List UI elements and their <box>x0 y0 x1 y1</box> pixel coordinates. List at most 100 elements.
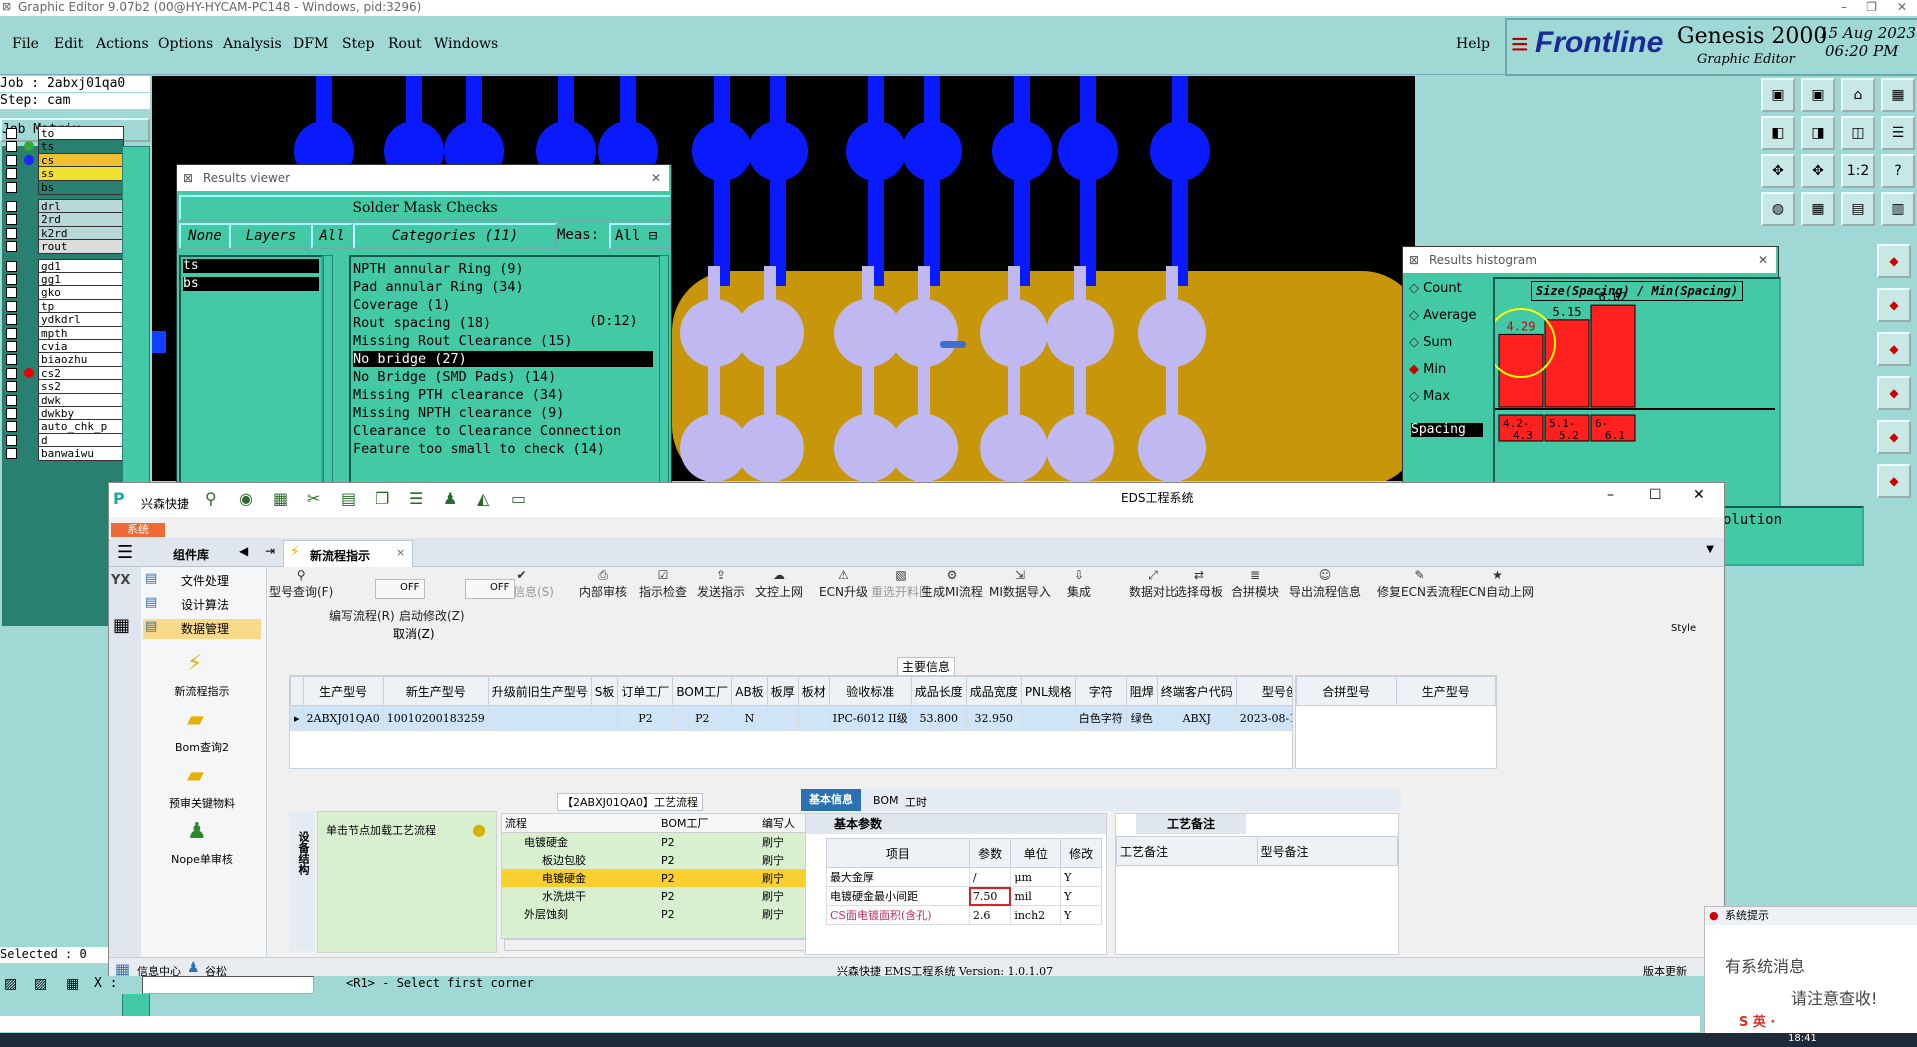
column-header[interactable]: PNL规格 <box>1020 676 1076 706</box>
layer-row-cs[interactable]: cs <box>2 152 124 168</box>
toolbar-button[interactable]: ⇲ MI数据导入 <box>989 569 1051 600</box>
tool-icon[interactable]: ▨ <box>4 976 17 992</box>
tool-button-icon[interactable]: ✥ <box>1801 154 1835 188</box>
layers-button[interactable]: Layers <box>229 223 313 249</box>
tool-button-icon[interactable]: ◍ <box>1761 192 1795 226</box>
layer-row-ts[interactable]: ts <box>2 139 124 155</box>
table-cell[interactable]: 53.800 <box>910 705 967 731</box>
layer-row-dwk[interactable]: dwk <box>2 392 124 408</box>
toolbar-button[interactable]: ⤢ 数据对比 <box>1129 569 1177 600</box>
table-cell[interactable] <box>766 705 799 731</box>
list-item[interactable]: ts <box>183 259 319 273</box>
column-header[interactable]: 单位 <box>1010 838 1062 868</box>
toolbar-button[interactable]: ★ ECN自动上网 <box>1461 569 1534 600</box>
tool-button-icon[interactable]: ◆ <box>1877 420 1911 454</box>
layer-checkbox[interactable] <box>6 448 17 460</box>
layer-row-gd1[interactable]: gd1 <box>2 258 124 274</box>
layer-checkbox[interactable] <box>6 168 17 180</box>
list-item[interactable]: bs <box>183 277 319 291</box>
collapse-left-icon[interactable]: ◀ <box>239 544 248 558</box>
menu-analysis[interactable]: Analysis <box>223 36 282 52</box>
column-header[interactable]: 型号备注 <box>1256 836 1398 866</box>
column-header[interactable]: 项目 <box>826 838 970 868</box>
menu-step[interactable]: Step <box>342 36 374 52</box>
tool-button-icon[interactable]: ☰ <box>1881 116 1915 150</box>
layer-row-2rd[interactable]: 2rd <box>2 212 124 228</box>
yx-icon[interactable]: YX <box>111 573 130 588</box>
param-cell[interactable]: 7.50 <box>968 886 1012 906</box>
layer-checkbox[interactable] <box>6 300 17 312</box>
nav-item[interactable]: 设计算法 <box>143 595 261 615</box>
tool-button-icon[interactable]: ◆ <box>1877 244 1911 278</box>
layer-checkbox[interactable] <box>6 354 17 366</box>
table-cell[interactable]: ABXJ <box>1156 705 1237 731</box>
category-item[interactable]: NPTH annular Ring (9) <box>353 261 653 277</box>
radio-icon[interactable]: ◇ <box>1409 389 1423 404</box>
menu-actions[interactable]: Actions <box>96 36 149 52</box>
column-header[interactable]: 合拼型号 <box>1296 676 1397 706</box>
histogram-option[interactable]: ◇ Average <box>1409 308 1477 323</box>
toolbar-button[interactable]: ⇪ 发送指示 <box>697 569 745 600</box>
column-header[interactable]: 验收标准 <box>828 676 912 706</box>
calendar-icon[interactable]: ▦ <box>113 615 130 636</box>
column-header[interactable]: 阻焊 <box>1125 676 1158 706</box>
param-row[interactable]: 最大金厚 / μm Y <box>826 867 1102 887</box>
toolbar-button[interactable]: ⚙ 生成MI流程 <box>921 569 983 600</box>
maximize-icon[interactable]: ☐ <box>1649 487 1662 503</box>
tool-button-icon[interactable]: ◆ <box>1877 376 1911 410</box>
quick-tool-icon[interactable]: ❐ <box>375 489 389 508</box>
layer-row-ydkdrl[interactable]: ydkdrl <box>2 312 124 328</box>
table-cell[interactable]: 绿色 <box>1125 705 1158 731</box>
tool-icon[interactable]: ▨ <box>34 976 47 992</box>
hamburger-menu-icon[interactable]: ☰ <box>117 542 133 563</box>
layer-scrollbar[interactable] <box>323 255 333 487</box>
layer-results-list[interactable]: ts bs <box>179 255 323 489</box>
layer-row-mpth[interactable]: mpth <box>2 325 124 341</box>
quick-tool-icon[interactable]: ♟ <box>443 489 457 508</box>
side-action-label[interactable]: Nope单审核 <box>141 851 263 867</box>
side-action-icon[interactable]: ♟ <box>187 819 207 844</box>
tab-basic-info[interactable]: 基本信息 <box>801 789 861 811</box>
radio-icon[interactable]: ◇ <box>1409 308 1423 323</box>
radio-icon[interactable]: ◇ <box>1409 281 1423 296</box>
flow-side-tab[interactable]: 设备结构 <box>289 811 315 951</box>
column-header[interactable]: 工艺备注 <box>1116 836 1258 866</box>
layer-checkbox[interactable] <box>6 327 17 339</box>
side-action-label[interactable]: 新流程指示 <box>141 683 263 699</box>
menu-help[interactable]: Help <box>1456 36 1490 52</box>
layer-checkbox[interactable] <box>6 241 17 253</box>
table-cell[interactable]: 白色字符 <box>1074 705 1127 731</box>
column-header[interactable]: 订单工厂 <box>617 676 674 706</box>
quick-tool-icon[interactable]: ▤ <box>341 489 356 508</box>
column-header[interactable]: 型号创建时间 <box>1235 676 1292 706</box>
layer-checkbox[interactable] <box>6 341 17 352</box>
tool-button-icon[interactable]: ◫ <box>1841 116 1875 150</box>
spacing-item[interactable]: Spacing <box>1411 423 1483 437</box>
layer-checkbox[interactable] <box>6 367 17 379</box>
histogram-option[interactable]: ◇ Sum <box>1409 335 1452 350</box>
table-cell[interactable]: 10010200183259 <box>382 705 489 731</box>
minimize-icon[interactable]: – <box>1607 487 1614 503</box>
tool-button-icon[interactable]: ▣ <box>1761 78 1795 112</box>
layer-row-to[interactable]: to <box>2 126 124 141</box>
column-header[interactable]: 板材 <box>797 676 830 706</box>
toolbar-button[interactable]: ⚲ 型号查询(F) <box>269 569 333 600</box>
layer-row-rout[interactable]: rout <box>2 239 124 255</box>
layer-row-dwkby[interactable]: dwkby <box>2 406 124 421</box>
category-item[interactable]: Clearance to Clearance Connection <box>353 423 653 439</box>
category-item[interactable]: Pad annular Ring (34) <box>353 279 653 295</box>
layer-checkbox[interactable] <box>6 227 17 239</box>
layer-row-drl[interactable]: drl <box>2 199 124 214</box>
nav-item[interactable]: 文件处理 <box>143 571 261 591</box>
layer-checkbox[interactable] <box>6 314 17 326</box>
column-header[interactable]: 参数 <box>968 838 1012 868</box>
category-item[interactable]: No Bridge (SMD Pads) (14) <box>353 369 653 385</box>
layer-checkbox[interactable] <box>6 421 17 433</box>
layer-row-k2rd[interactable]: k2rd <box>2 225 124 241</box>
layer-checkbox[interactable] <box>6 141 17 153</box>
quick-tool-icon[interactable]: ▭ <box>511 489 526 508</box>
close-icon[interactable]: ✕ <box>1693 487 1705 503</box>
table-cell[interactable]: 32.950 <box>965 705 1022 731</box>
layer-row-ss2[interactable]: ss2 <box>2 379 124 395</box>
layer-checkbox[interactable] <box>6 154 17 166</box>
